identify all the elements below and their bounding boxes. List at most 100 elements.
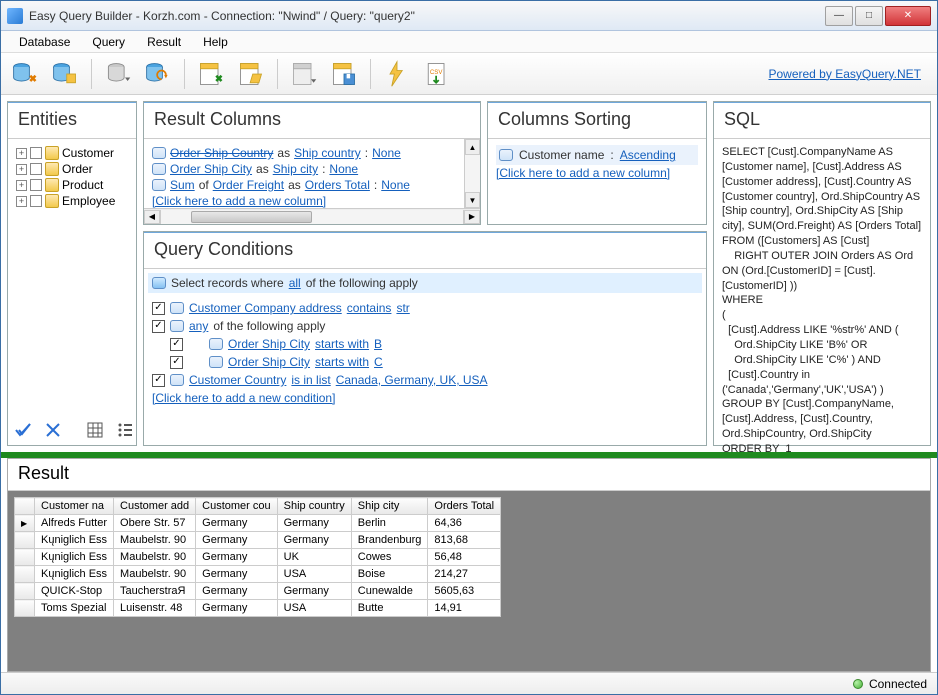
scroll-up-icon[interactable]: ▲ <box>465 139 480 155</box>
cell[interactable]: USA <box>277 600 351 617</box>
row-handle-icon[interactable] <box>152 163 166 175</box>
menu-query[interactable]: Query <box>82 33 135 51</box>
row-header[interactable] <box>15 532 35 549</box>
condition-val[interactable]: Canada, Germany, UK, USA <box>336 373 488 387</box>
row-handle-icon[interactable] <box>209 356 223 368</box>
checkbox[interactable] <box>30 195 42 207</box>
result-grid[interactable]: Customer na Customer add Customer cou Sh… <box>14 497 501 617</box>
expand-icon[interactable]: + <box>16 148 27 159</box>
condition-root[interactable]: Select records where all of the followin… <box>148 273 702 293</box>
expand-icon[interactable]: + <box>16 180 27 191</box>
condition-checkbox[interactable] <box>152 302 165 315</box>
scroll-right-icon[interactable]: ▶ <box>464 210 480 224</box>
condition-field[interactable]: Order Ship City <box>228 337 310 351</box>
cell[interactable]: 14,91 <box>428 600 501 617</box>
tree-item-order[interactable]: +Order <box>16 161 128 177</box>
add-column-link[interactable]: [Click here to add a new column] <box>152 194 326 208</box>
cell[interactable]: Maubelstr. 90 <box>114 566 196 583</box>
cell[interactable]: Butte <box>351 600 428 617</box>
cell[interactable]: TaucherstraЯ <box>114 583 196 600</box>
cell[interactable]: Brandenburg <box>351 532 428 549</box>
vertical-scrollbar[interactable]: ▲▼ <box>464 139 480 208</box>
cell[interactable]: Germany <box>277 532 351 549</box>
run-query-button[interactable] <box>379 57 415 91</box>
column-field[interactable]: Order Freight <box>213 178 284 192</box>
horizontal-scrollbar[interactable]: ◀▶ <box>144 208 480 224</box>
condition-group[interactable]: any of the following apply <box>152 317 698 335</box>
condition-op[interactable]: contains <box>347 301 392 315</box>
menu-help[interactable]: Help <box>193 33 238 51</box>
column-agg[interactable]: None <box>381 178 410 192</box>
query-open-button[interactable] <box>233 57 269 91</box>
cell[interactable]: Kųniglich Ess <box>35 566 114 583</box>
condition-row[interactable]: Customer Country is in list Canada, Germ… <box>152 371 698 389</box>
table-row[interactable]: Kųniglich EssMaubelstr. 90GermanyUKCowes… <box>15 549 501 566</box>
sort-direction[interactable]: Ascending <box>620 148 676 162</box>
checkbox[interactable] <box>30 163 42 175</box>
cell[interactable]: Luisenstr. 48 <box>114 600 196 617</box>
grid-icon[interactable] <box>86 419 104 441</box>
tree-item-employee[interactable]: +Employee <box>16 193 128 209</box>
cell[interactable]: Cowes <box>351 549 428 566</box>
cell[interactable]: 56,48 <box>428 549 501 566</box>
list-icon[interactable] <box>116 419 134 441</box>
table-row[interactable]: Kųniglich EssMaubelstr. 90GermanyGermany… <box>15 532 501 549</box>
column-alias[interactable]: Ship country <box>294 146 361 160</box>
db-refresh-button[interactable] <box>140 57 176 91</box>
checkbox[interactable] <box>30 179 42 191</box>
cell[interactable]: USA <box>277 566 351 583</box>
scroll-thumb[interactable] <box>191 211 312 223</box>
query-new-button[interactable] <box>193 57 229 91</box>
checkbox[interactable] <box>30 147 42 159</box>
maximize-button[interactable]: □ <box>855 6 883 26</box>
column-field[interactable]: Order Ship Country <box>170 146 273 160</box>
scroll-left-icon[interactable]: ◀ <box>144 210 160 224</box>
column-agg[interactable]: None <box>329 162 358 176</box>
query-dropdown-button[interactable] <box>286 57 322 91</box>
column-aggfunc[interactable]: Sum <box>170 178 195 192</box>
minimize-button[interactable]: — <box>825 6 853 26</box>
cell[interactable]: Toms Spezial <box>35 600 114 617</box>
cell[interactable]: Germany <box>196 600 277 617</box>
cell[interactable]: Kųniglich Ess <box>35 532 114 549</box>
table-row[interactable]: Kųniglich EssMaubelstr. 90GermanyUSABois… <box>15 566 501 583</box>
table-row[interactable]: Alfreds FutterObere Str. 57GermanyGerman… <box>15 515 501 532</box>
table-row[interactable]: Toms SpezialLuisenstr. 48GermanyUSAButte… <box>15 600 501 617</box>
condition-op[interactable]: is in list <box>291 373 330 387</box>
row-handle-icon[interactable] <box>152 147 166 159</box>
root-handle-icon[interactable] <box>152 277 166 289</box>
cell[interactable]: Cunewalde <box>351 583 428 600</box>
row-header[interactable] <box>15 600 35 617</box>
row-header[interactable] <box>15 549 35 566</box>
col-header[interactable]: Customer na <box>35 498 114 515</box>
condition-op[interactable]: starts with <box>315 337 369 351</box>
condition-checkbox[interactable] <box>152 374 165 387</box>
query-save-button[interactable] <box>326 57 362 91</box>
cell[interactable]: 64,36 <box>428 515 501 532</box>
row-handle-icon[interactable] <box>499 149 513 161</box>
export-csv-button[interactable]: CSV <box>419 57 455 91</box>
db-dropdown-button[interactable] <box>100 57 136 91</box>
result-column-row[interactable]: Sum of Order Freight as Orders Total : N… <box>152 177 456 193</box>
sql-text[interactable]: SELECT [Cust].CompanyName AS [Customer n… <box>714 139 930 463</box>
condition-row[interactable]: Order Ship City starts with C <box>204 353 698 371</box>
condition-row[interactable]: Order Ship City starts with B <box>204 335 698 353</box>
tree-item-product[interactable]: +Product <box>16 177 128 193</box>
cell[interactable]: QUICK-Stop <box>35 583 114 600</box>
col-header[interactable]: Orders Total <box>428 498 501 515</box>
powered-by-link[interactable]: Powered by EasyQuery.NET <box>768 67 921 81</box>
condition-val[interactable]: C <box>374 355 383 369</box>
cell[interactable]: Germany <box>277 583 351 600</box>
condition-field[interactable]: Customer Country <box>189 373 286 387</box>
expand-icon[interactable]: + <box>16 164 27 175</box>
scroll-down-icon[interactable]: ▼ <box>465 192 480 208</box>
column-alias[interactable]: Orders Total <box>305 178 370 192</box>
row-handle-icon[interactable] <box>170 302 184 314</box>
row-handle-icon[interactable] <box>170 374 184 386</box>
result-column-row[interactable]: Order Ship Country as Ship country : Non… <box>152 145 456 161</box>
condition-val[interactable]: B <box>374 337 382 351</box>
row-handle-icon[interactable] <box>209 338 223 350</box>
result-column-row[interactable]: Order Ship City as Ship city : None <box>152 161 456 177</box>
cell[interactable]: 813,68 <box>428 532 501 549</box>
cell[interactable]: Boise <box>351 566 428 583</box>
